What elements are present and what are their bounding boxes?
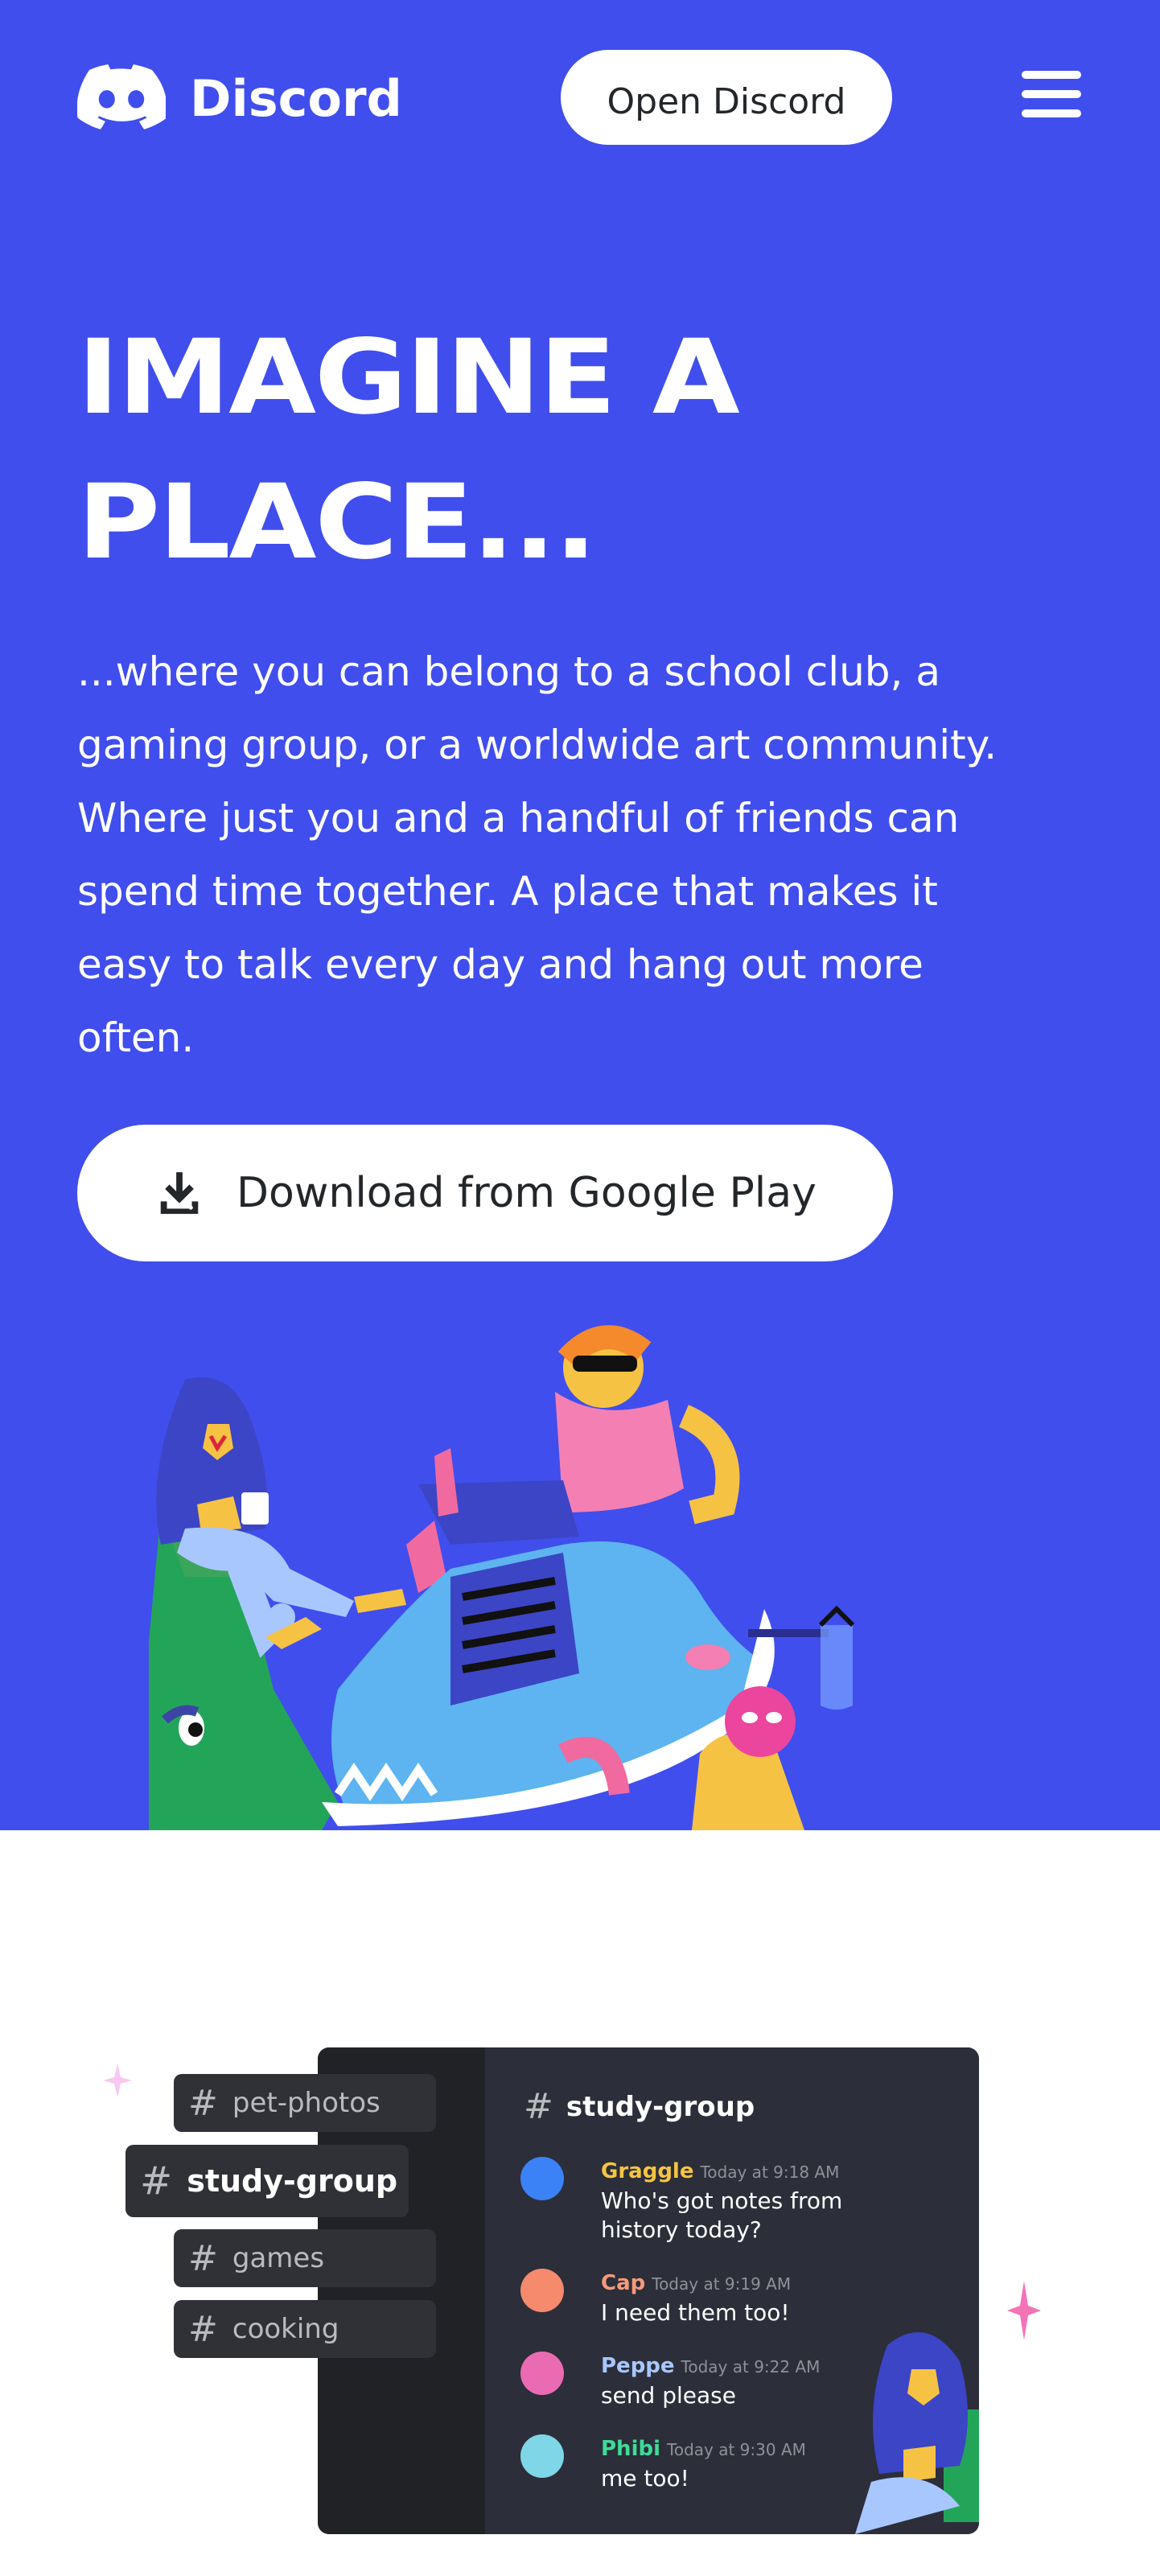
hero-subtext: ...where you can belong to a school club… xyxy=(77,648,998,1061)
message-author: Peppe xyxy=(601,2354,675,2378)
message-time: Today at 9:18 AM xyxy=(700,2162,840,2182)
message-author: Phibi xyxy=(601,2437,661,2461)
channel-label: cooking xyxy=(232,2313,339,2345)
message-text: send please xyxy=(601,2382,736,2409)
avatar xyxy=(520,2157,564,2200)
avatar xyxy=(520,2352,564,2395)
channel-item[interactable]: # cooking xyxy=(174,2300,436,2358)
chat-message: Cap Today at 9:19 AM I need them too! xyxy=(520,2269,858,2327)
chat-header: # study-group xyxy=(524,2086,755,2127)
chat-main: # study-group Graggle Today at 9:18 AM Wh… xyxy=(485,2047,979,2534)
message-author: Cap xyxy=(601,2271,646,2295)
hash-icon: # xyxy=(188,2237,218,2279)
chat-illustration xyxy=(855,2332,979,2534)
channel-label: games xyxy=(232,2242,325,2274)
chat-header-channel: study-group xyxy=(566,2090,755,2123)
discord-logo[interactable]: Discord xyxy=(77,64,402,132)
message-time: Today at 9:22 AM xyxy=(681,2357,821,2376)
message-text: I need them too! xyxy=(601,2299,790,2326)
hash-icon: # xyxy=(188,2308,218,2350)
avatar xyxy=(520,2269,564,2312)
channel-label: study-group xyxy=(187,2163,398,2199)
message-text: Who's got notes from history today? xyxy=(601,2187,843,2243)
message-time: Today at 9:19 AM xyxy=(652,2274,792,2294)
hash-icon: # xyxy=(188,2082,218,2124)
discord-icon xyxy=(77,64,166,130)
hero-illustration xyxy=(149,1325,855,1830)
download-icon xyxy=(160,1172,199,1214)
channel-item[interactable]: # games xyxy=(174,2229,436,2287)
channel-item-active[interactable]: # study-group xyxy=(125,2145,409,2217)
message-text: me too! xyxy=(601,2465,689,2492)
chat-preview-section: # study-group Graggle Today at 9:18 AM Wh… xyxy=(0,1830,1160,2576)
channel-label: pet-photos xyxy=(232,2087,380,2119)
brand-name: Discord xyxy=(190,68,402,128)
channel-item[interactable]: # pet-photos xyxy=(174,2074,436,2132)
avatar xyxy=(520,2434,564,2478)
chat-message: Graggle Today at 9:18 AM Who's got notes … xyxy=(520,2157,858,2245)
sparkle-icon xyxy=(103,2064,132,2097)
hero-section: Discord Open Discord IMAGINE A PLACE... … xyxy=(0,0,1160,1830)
hash-icon: # xyxy=(140,2158,173,2204)
headline-line-1: IMAGINE A xyxy=(77,318,740,438)
chat-message: Phibi Today at 9:30 AM me too! xyxy=(520,2434,858,2493)
download-button-label: Download from Google Play xyxy=(237,1169,817,1217)
chat-message: Peppe Today at 9:22 AM send please xyxy=(520,2352,858,2410)
message-time: Today at 9:30 AM xyxy=(667,2440,806,2459)
headline-line-2: PLACE... xyxy=(77,463,597,582)
download-google-play-button[interactable]: Download from Google Play xyxy=(77,1125,893,1261)
hamburger-menu-icon[interactable] xyxy=(1022,68,1081,121)
hero-headline: IMAGINE A PLACE... xyxy=(77,306,1051,595)
hash-icon: # xyxy=(524,2086,553,2127)
open-discord-button[interactable]: Open Discord xyxy=(561,50,892,145)
message-author: Graggle xyxy=(601,2159,694,2183)
sparkle-icon xyxy=(1007,2281,1041,2340)
